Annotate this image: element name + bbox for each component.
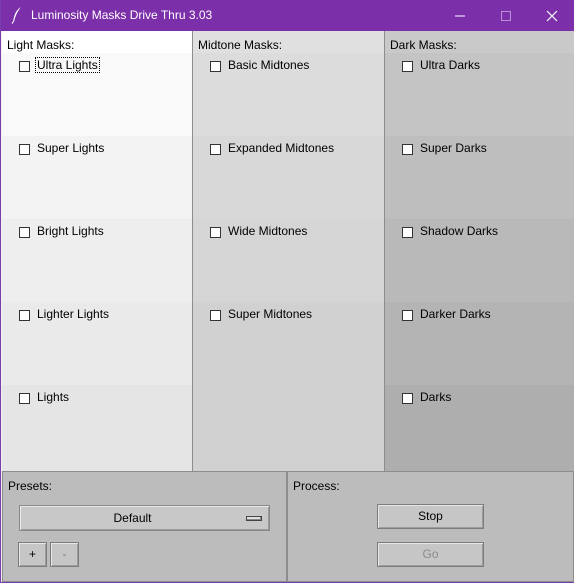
lighter-lights-checkbox[interactable]: [19, 310, 30, 321]
wide-midtones-label[interactable]: Wide Midtones: [227, 224, 308, 238]
lights-label[interactable]: Lights: [36, 390, 70, 404]
darks-checkbox[interactable]: [402, 393, 413, 404]
super-midtones-checkbox[interactable]: [210, 310, 221, 321]
midtone-masks-heading: Midtone Masks:: [193, 31, 384, 53]
remove-preset-button[interactable]: -: [50, 542, 79, 567]
dark-mask-row[interactable]: Ultra Darks: [385, 53, 574, 136]
preset-dropdown[interactable]: Default: [19, 505, 270, 531]
process-heading: Process:: [293, 479, 340, 493]
feather-icon: [9, 6, 25, 24]
bright-lights-checkbox[interactable]: [19, 227, 30, 238]
app-window: Luminosity Masks Drive Thru 3.03 Light M…: [0, 0, 574, 583]
darks-label[interactable]: Darks: [419, 390, 452, 404]
midtone-mask-row[interactable]: Super Midtones: [193, 302, 384, 471]
darker-darks-checkbox[interactable]: [402, 310, 413, 321]
light-mask-row[interactable]: Super Lights: [2, 136, 192, 219]
super-darks-label[interactable]: Super Darks: [419, 141, 488, 155]
ultra-lights-label[interactable]: Ultra Lights: [35, 57, 100, 73]
expanded-midtones-checkbox[interactable]: [210, 144, 221, 155]
shadow-darks-checkbox[interactable]: [402, 227, 413, 238]
close-button[interactable]: [529, 0, 574, 31]
midtone-mask-row[interactable]: Basic Midtones: [193, 53, 384, 136]
add-preset-button[interactable]: +: [18, 542, 47, 567]
expanded-midtones-label[interactable]: Expanded Midtones: [227, 141, 335, 155]
go-button[interactable]: Go: [377, 542, 484, 567]
lights-checkbox[interactable]: [19, 393, 30, 404]
super-lights-label[interactable]: Super Lights: [36, 141, 105, 155]
light-mask-row[interactable]: Ultra Lights: [2, 53, 192, 136]
dark-masks-column: Dark Masks: Ultra Darks Super Darks Shad…: [384, 31, 574, 471]
super-lights-checkbox[interactable]: [19, 144, 30, 155]
title-bar[interactable]: Luminosity Masks Drive Thru 3.03: [1, 0, 574, 31]
window-title: Luminosity Masks Drive Thru 3.03: [31, 8, 213, 22]
ultra-darks-label[interactable]: Ultra Darks: [419, 58, 481, 72]
ultra-lights-checkbox[interactable]: [19, 61, 30, 72]
presets-heading: Presets:: [8, 479, 53, 493]
midtone-masks-column: Midtone Masks: Basic Midtones Expanded M…: [192, 31, 384, 471]
ultra-darks-checkbox[interactable]: [402, 61, 413, 72]
minimize-button[interactable]: [437, 0, 483, 31]
dark-mask-row[interactable]: Super Darks: [385, 136, 574, 219]
light-mask-row[interactable]: Bright Lights: [2, 219, 192, 302]
light-masks-column: Light Masks: Ultra Lights Super Lights B…: [2, 31, 192, 471]
dark-masks-heading: Dark Masks:: [385, 31, 574, 53]
lighter-lights-label[interactable]: Lighter Lights: [36, 307, 110, 321]
process-panel: Process: Stop Go: [287, 471, 574, 582]
dark-mask-row[interactable]: Darker Darks: [385, 302, 574, 385]
basic-midtones-label[interactable]: Basic Midtones: [227, 58, 310, 72]
shadow-darks-label[interactable]: Shadow Darks: [419, 224, 499, 238]
super-darks-checkbox[interactable]: [402, 144, 413, 155]
stop-button[interactable]: Stop: [377, 504, 484, 529]
dark-mask-row[interactable]: Darks: [385, 385, 574, 471]
preset-selected-value: Default: [113, 511, 152, 525]
dropdown-indicator-icon: [246, 516, 262, 521]
wide-midtones-checkbox[interactable]: [210, 227, 221, 238]
midtone-mask-row[interactable]: Expanded Midtones: [193, 136, 384, 219]
basic-midtones-checkbox[interactable]: [210, 61, 221, 72]
maximize-button[interactable]: [483, 0, 529, 31]
presets-panel: Presets: Default + -: [2, 471, 287, 582]
midtone-mask-row[interactable]: Wide Midtones: [193, 219, 384, 302]
darker-darks-label[interactable]: Darker Darks: [419, 307, 492, 321]
super-midtones-label[interactable]: Super Midtones: [227, 307, 313, 321]
bright-lights-label[interactable]: Bright Lights: [36, 224, 105, 238]
light-masks-heading: Light Masks:: [2, 31, 192, 53]
light-mask-row[interactable]: Lighter Lights: [2, 302, 192, 385]
light-mask-row[interactable]: Lights: [2, 385, 192, 471]
dark-mask-row[interactable]: Shadow Darks: [385, 219, 574, 302]
